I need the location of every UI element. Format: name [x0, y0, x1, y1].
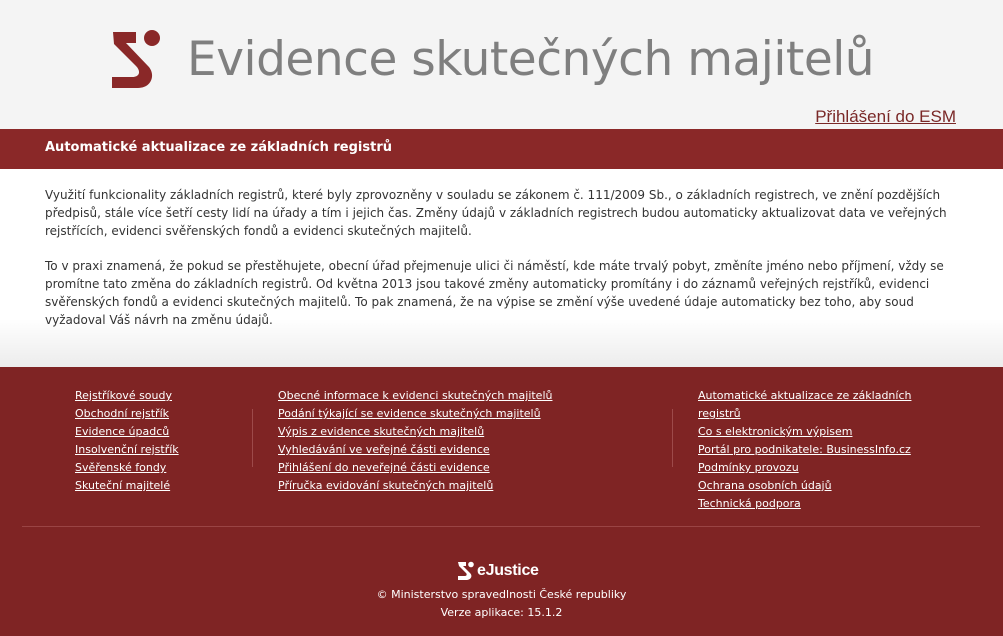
login-link[interactable]: Přihlášení do ESM [815, 106, 956, 128]
footer-link-ochrana-udaju[interactable]: Ochrana osobních údajů [698, 477, 938, 495]
page: Evidence skutečných majitelů Přihlášení … [0, 0, 1003, 636]
copyright: © Ministerstvo spravedlnosti České repub… [376, 588, 627, 601]
footer-links-esm: Obecné informace k evidenci skutečných m… [278, 387, 552, 495]
footer-link-elektronicky-vypis[interactable]: Co s elektronickým výpisem [698, 423, 938, 441]
footer-link-technicka-podpora[interactable]: Technická podpora [698, 495, 938, 513]
header: Evidence skutečných majitelů Přihlášení … [0, 0, 1003, 129]
content: Využití funkcionality základních registr… [0, 169, 1003, 367]
footer-link-vyhledavani[interactable]: Vyhledávání ve veřejné části evidence [278, 441, 552, 459]
paragraph: Využití funkcionality základních registr… [45, 188, 947, 238]
footer-link-obchodni-rejstrik[interactable]: Obchodní rejstřík [75, 405, 179, 423]
footer-divider [252, 409, 253, 467]
footer-link-rejstrikove-soudy[interactable]: Rejstříkové soudy [75, 387, 179, 405]
footer-link-obecne-informace[interactable]: Obecné informace k evidenci skutečných m… [278, 387, 552, 405]
footer-link-sverenske-fondy[interactable]: Svěřenské fondy [75, 459, 179, 477]
footer-link-vypis[interactable]: Výpis z evidence skutečných majitelů [278, 423, 552, 441]
footer-link-podani[interactable]: Podání týkající se evidence skutečných m… [278, 405, 552, 423]
footer-link-skutecni-majitele[interactable]: Skuteční majitelé [75, 477, 179, 495]
footer-link-prihlaseni[interactable]: Přihlášení do neveřejné části evidence [278, 459, 552, 477]
ejustice-logo[interactable]: eJustice [457, 561, 539, 581]
paragraph: To v praxi znamená, že pokud se přestěhu… [45, 259, 944, 327]
footer-link-insolvencni-rejstrik[interactable]: Insolvenční rejstřík [75, 441, 179, 459]
footer-links-info: Automatické aktualizace ze základních re… [698, 387, 938, 513]
footer-link-automaticke-aktualizace[interactable]: Automatické aktualizace ze základních re… [698, 387, 938, 423]
app-version: Verze aplikace: 15.1.2 [440, 606, 563, 619]
footer-link-prirucka[interactable]: Příručka evidování skutečných majitelů [278, 477, 552, 495]
footer-divider [672, 409, 673, 467]
footer-link-podminky-provozu[interactable]: Podmínky provozu [698, 459, 938, 477]
footer-link-evidence-upadcu[interactable]: Evidence úpadců [75, 423, 179, 441]
ejustice-logo-icon [458, 561, 474, 580]
footer-separator [22, 526, 980, 527]
title-bar: Automatické aktualizace ze základních re… [0, 129, 1003, 169]
esm-logo-icon[interactable] [108, 28, 166, 90]
ejustice-text: eJustice [477, 562, 539, 579]
footer-link-businessinfo[interactable]: Portál pro podnikatele: BusinessInfo.cz [698, 441, 938, 459]
site-title: Evidence skutečných majitelů [187, 32, 875, 87]
footer: Rejstříkové soudy Obchodní rejstřík Evid… [0, 367, 1003, 636]
footer-links-registers: Rejstříkové soudy Obchodní rejstřík Evid… [75, 387, 179, 495]
page-heading: Automatické aktualizace ze základních re… [45, 140, 392, 155]
